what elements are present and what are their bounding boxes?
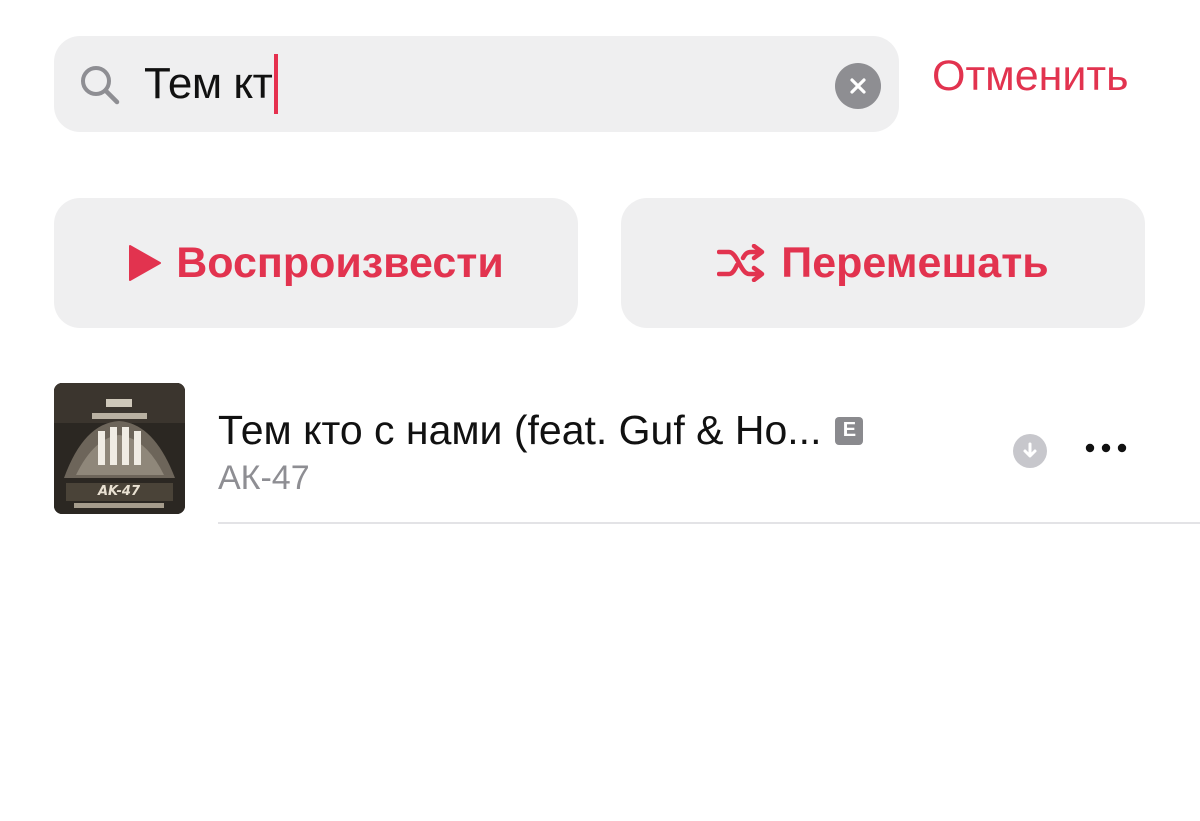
more-options-button[interactable] — [1080, 431, 1132, 465]
play-button-label: Воспроизвести — [176, 238, 504, 287]
row-separator — [218, 522, 1200, 524]
shuffle-icon — [717, 244, 767, 282]
clear-search-button[interactable] — [835, 63, 881, 109]
song-title-line: Тем кто с нами (feat. Guf & Но... E — [218, 407, 864, 454]
shuffle-button-label: Перемешать — [781, 238, 1049, 287]
search-field[interactable]: Тем кт — [54, 36, 899, 132]
song-title: Тем кто с нами (feat. Guf & Но... — [218, 407, 822, 453]
search-query-text[interactable]: Тем кт — [144, 59, 273, 109]
text-caret — [274, 54, 279, 114]
play-icon — [128, 244, 162, 282]
search-screen: Тем кт Отменить Воспроизвести Перемешать… — [0, 0, 1200, 821]
cancel-button[interactable]: Отменить — [932, 52, 1128, 101]
play-button[interactable]: Воспроизвести — [54, 198, 578, 328]
download-icon[interactable] — [1013, 434, 1047, 468]
search-icon — [78, 63, 122, 107]
album-artwork: AK-47 — [54, 383, 185, 514]
explicit-badge: E — [835, 416, 864, 445]
search-input[interactable]: Тем кт — [144, 54, 279, 114]
clear-icon — [850, 78, 866, 94]
shuffle-button[interactable]: Перемешать — [621, 198, 1145, 328]
song-artist: АК-47 — [218, 459, 310, 497]
more-icon — [1085, 443, 1127, 453]
artwork-logo-text: AK-47 — [97, 484, 141, 499]
song-result-row[interactable]: AK-47 Тем кто с нами (feat. Guf & Но... … — [54, 383, 1200, 523]
